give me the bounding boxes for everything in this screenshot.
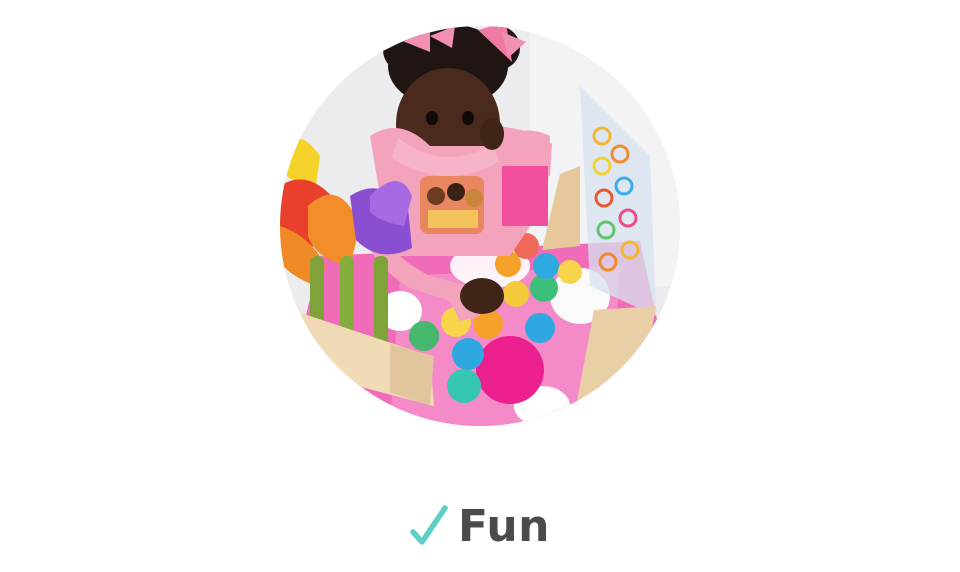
feature-caption: Fun: [0, 496, 960, 556]
feature-label: Fun: [457, 501, 550, 552]
checkmark-icon: [410, 502, 448, 550]
feature-photo: [280, 26, 680, 426]
child-playing-photo: [280, 26, 680, 426]
